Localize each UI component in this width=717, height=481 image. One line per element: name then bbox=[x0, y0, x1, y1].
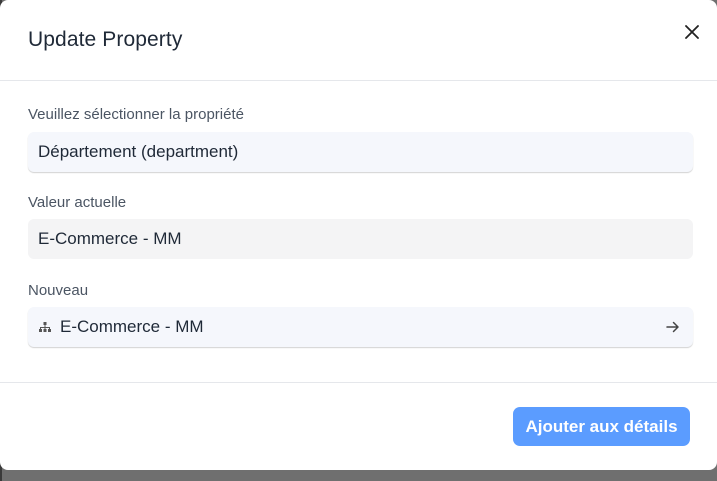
arrow-right-icon[interactable] bbox=[665, 319, 681, 335]
dialog-header: Update Property bbox=[0, 0, 717, 81]
property-select-value: Département (department) bbox=[38, 142, 239, 161]
update-property-dialog: Update Property Veuillez sélectionner la… bbox=[0, 0, 717, 470]
new-value-field[interactable]: E-Commerce - MM bbox=[28, 307, 693, 347]
dialog-title: Update Property bbox=[28, 28, 183, 51]
hierarchy-icon bbox=[38, 320, 52, 334]
current-value-text: E-Commerce - MM bbox=[38, 229, 182, 248]
current-value-label: Valeur actuelle bbox=[28, 194, 127, 211]
footer-divider bbox=[0, 382, 717, 383]
add-to-details-button[interactable]: Ajouter aux détails bbox=[513, 407, 690, 446]
new-value-label: Nouveau bbox=[28, 282, 89, 299]
property-select-label: Veuillez sélectionner la propriété bbox=[28, 106, 244, 123]
close-icon bbox=[685, 25, 699, 39]
new-value-text: E-Commerce - MM bbox=[60, 317, 204, 336]
close-button[interactable] bbox=[680, 20, 704, 44]
current-value-field: E-Commerce - MM bbox=[28, 219, 693, 259]
property-select[interactable]: Département (department) bbox=[28, 132, 693, 172]
